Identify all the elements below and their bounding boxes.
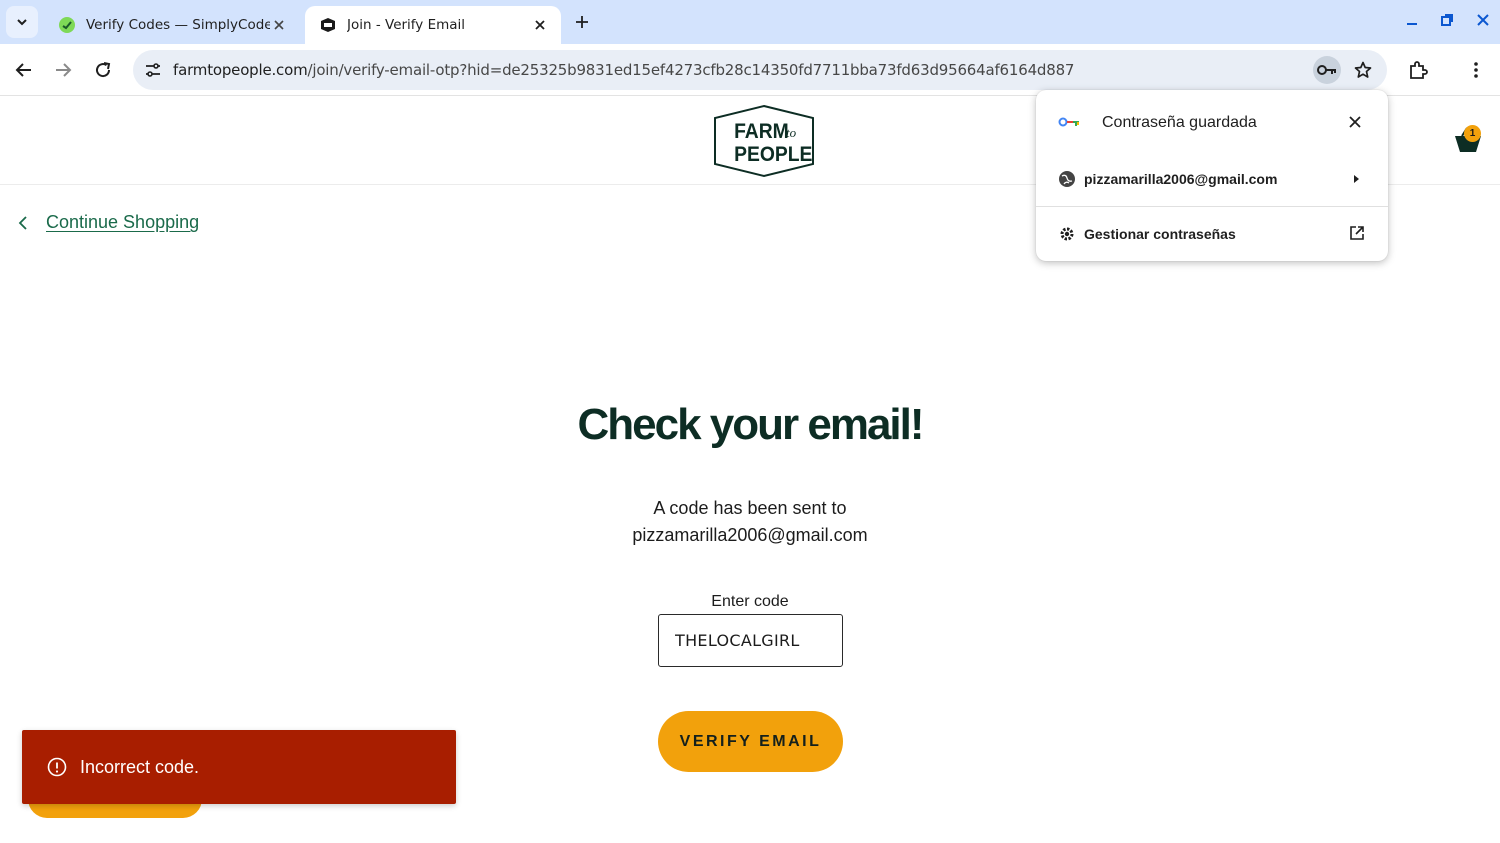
url-text[interactable]: farmtopeople.com/join/verify-email-otp?h… bbox=[173, 61, 1074, 79]
minimize-button[interactable] bbox=[1398, 8, 1426, 32]
address-bar[interactable]: farmtopeople.com/join/verify-email-otp?h… bbox=[133, 50, 1387, 90]
url-domain: farmtopeople.com bbox=[173, 61, 308, 79]
tab-title: Join - Verify Email bbox=[347, 17, 466, 33]
verify-email-button[interactable]: VERIFY EMAIL bbox=[658, 711, 843, 772]
saved-account-email: pizzamarilla2006@gmail.com bbox=[1084, 171, 1278, 187]
globe-icon bbox=[1059, 171, 1075, 187]
error-message: Incorrect code. bbox=[80, 756, 200, 777]
close-tab-icon[interactable] bbox=[270, 16, 288, 34]
key-icon bbox=[1317, 65, 1336, 75]
code-sent-email: pizzamarilla2006@gmail.com bbox=[632, 525, 868, 545]
browser-toolbar: farmtopeople.com/join/verify-email-otp?h… bbox=[0, 44, 1500, 96]
extensions-button[interactable] bbox=[1402, 54, 1434, 86]
password-saved-popup: Contraseña guardada pizzamarilla2006@gma… bbox=[1036, 90, 1388, 261]
popup-divider bbox=[1036, 206, 1388, 207]
caret-right-icon bbox=[1354, 175, 1359, 183]
url-path: /join/verify-email-otp?hid=de25325b9831e… bbox=[307, 61, 1075, 79]
star-icon bbox=[1354, 61, 1372, 78]
forward-button[interactable] bbox=[47, 54, 79, 86]
alert-circle-icon bbox=[47, 757, 67, 777]
browser-window: Verify Codes — SimplyCodes Join - Verify… bbox=[0, 0, 1500, 843]
chevron-down-icon bbox=[17, 19, 27, 26]
logo-word-people: PEOPLE bbox=[734, 143, 812, 166]
continue-shopping-link[interactable]: Continue Shopping bbox=[18, 212, 199, 233]
close-tab-icon[interactable] bbox=[531, 16, 549, 34]
reload-button[interactable] bbox=[87, 54, 119, 86]
reload-icon bbox=[96, 62, 111, 78]
cart-count-badge: 1 bbox=[1464, 125, 1481, 142]
tab-strip: Verify Codes — SimplyCodes Join - Verify… bbox=[0, 0, 1500, 44]
new-tab-button[interactable] bbox=[570, 10, 594, 34]
close-window-button[interactable] bbox=[1469, 8, 1497, 32]
gear-icon bbox=[1060, 227, 1074, 241]
code-sent-text: A code has been sent to bbox=[653, 498, 847, 518]
tab-search-button[interactable] bbox=[6, 6, 38, 38]
password-key-button[interactable] bbox=[1313, 56, 1341, 84]
continue-shopping-label: Continue Shopping bbox=[46, 212, 200, 232]
bookmark-button[interactable] bbox=[1349, 56, 1377, 84]
logo-word-farm: FARM bbox=[734, 120, 789, 143]
tab-simplycodes[interactable]: Verify Codes — SimplyCodes bbox=[44, 6, 300, 44]
simplycodes-favicon-icon bbox=[59, 17, 75, 33]
popup-title: Contraseña guardada bbox=[1102, 114, 1257, 131]
enter-code-label: Enter code bbox=[711, 593, 789, 610]
tab-title: Verify Codes — SimplyCodes bbox=[86, 17, 270, 33]
code-input[interactable] bbox=[658, 614, 843, 667]
back-arrow-icon bbox=[15, 63, 31, 77]
back-button[interactable] bbox=[8, 54, 40, 86]
restore-button[interactable] bbox=[1433, 8, 1461, 32]
popup-header: Contraseña guardada bbox=[1036, 110, 1388, 136]
tab-join-verify-email[interactable]: Join - Verify Email bbox=[305, 6, 561, 44]
saved-account-row[interactable]: pizzamarilla2006@gmail.com bbox=[1036, 168, 1388, 190]
menu-button[interactable] bbox=[1460, 54, 1492, 86]
farm-to-people-favicon-icon bbox=[321, 18, 335, 32]
plus-icon bbox=[576, 16, 588, 28]
error-toast: Incorrect code. bbox=[22, 730, 456, 804]
manage-passwords-label: Gestionar contraseñas bbox=[1084, 226, 1236, 242]
restore-icon bbox=[1441, 14, 1453, 26]
close-popup-icon[interactable] bbox=[1348, 115, 1364, 131]
site-info-button[interactable] bbox=[141, 58, 165, 82]
forward-arrow-icon bbox=[56, 63, 72, 77]
puzzle-icon bbox=[1410, 61, 1428, 79]
page-title: Check your email! bbox=[577, 400, 924, 449]
chevron-left-icon bbox=[18, 213, 34, 233]
close-icon bbox=[1477, 14, 1489, 26]
farm-to-people-logo[interactable]: FARM to PEOPLE bbox=[712, 104, 816, 178]
tune-icon bbox=[146, 63, 160, 77]
password-key-color-icon bbox=[1058, 117, 1079, 127]
open-external-icon bbox=[1350, 226, 1364, 240]
logo-word-to: to bbox=[786, 125, 797, 140]
more-vert-icon bbox=[1474, 62, 1478, 78]
minimize-icon bbox=[1407, 23, 1417, 25]
manage-passwords-row[interactable]: Gestionar contraseñas bbox=[1036, 223, 1388, 245]
